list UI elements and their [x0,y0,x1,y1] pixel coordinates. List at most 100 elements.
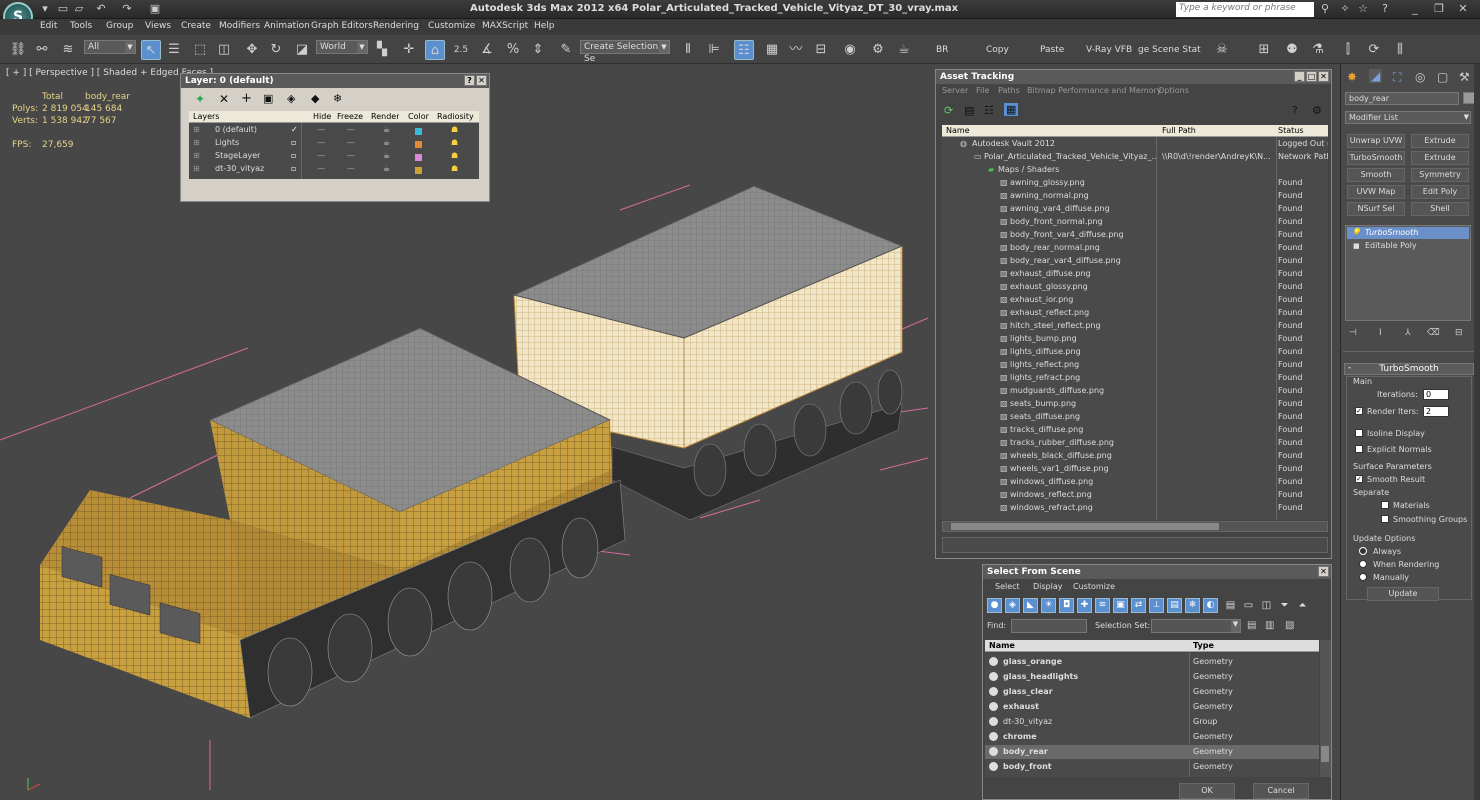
configure-sets-icon[interactable]: ⊟ [1455,328,1463,338]
list-view-icon[interactable]: ☷ [984,104,994,117]
menu-select[interactable]: Select [995,582,1020,591]
freeze-toggle-icon[interactable]: — [347,138,355,147]
menu-customize[interactable]: Customize [428,21,475,31]
modifier-button-nsurf-sel[interactable]: NSurf Sel [1347,202,1405,216]
help-icon[interactable]: ? [1378,2,1392,16]
asset-row-file[interactable]: ▭ Polar_Articulated_Tracked_Vehicle_Vity… [942,152,1328,165]
asset-map-row[interactable]: ▨ awning_normal.png Found [942,191,1328,204]
expand-icon[interactable]: ⊞ [193,151,200,160]
rectangle-selection-icon[interactable]: ⬚ [190,40,210,60]
col-name[interactable]: Name [989,640,1015,652]
expand-icon[interactable]: ⊞ [193,138,200,147]
modifier-button-extrude[interactable]: Extrude [1411,134,1469,148]
radiosity-icon[interactable]: ☗ [451,151,458,160]
col-status[interactable]: Status [1278,125,1304,137]
menu-views[interactable]: Views [145,21,171,31]
paste-button[interactable]: Paste [1040,45,1064,55]
asset-map-row[interactable]: ▨ exhaust_glossy.png Found [942,282,1328,295]
pivot-center-icon[interactable]: ▚ [372,40,392,60]
smoothing-groups-checkbox[interactable] [1381,515,1389,523]
help-icon[interactable]: ? [464,75,475,86]
modifier-button-uvw-map[interactable]: UVW Map [1347,185,1405,199]
align-tool-icon[interactable]: ⊞ [1254,40,1274,60]
graphite-modeling-icon[interactable]: ▦ [762,40,782,60]
tree-view-icon[interactable]: ▤ [964,104,974,117]
asset-row-group[interactable]: ▰ Maps / Shaders [942,165,1328,178]
lights-filter-icon[interactable]: ☀ [1041,598,1056,613]
asset-map-row[interactable]: ▨ body_front_var4_diffuse.png Found [942,230,1328,243]
active-layer-check-icon[interactable]: ✓ [291,125,298,134]
vault-settings-icon[interactable]: ⚙ [1312,104,1322,117]
scrollbar-thumb[interactable] [951,523,1219,530]
layer-color-swatch[interactable] [415,128,422,135]
expand-icon[interactable]: ■ [1353,240,1360,252]
layer-row[interactable]: ⊞ Lights ▫ — — ☕ ☗ [189,138,479,151]
new-file-icon[interactable]: ▭ [56,2,70,16]
turbosmooth-rollout[interactable]: TurboSmooth [1344,363,1474,375]
select-and-move-icon[interactable]: ✥ [242,40,262,60]
col-type[interactable]: Type [1193,640,1214,652]
material-editor-icon[interactable]: ◉ [840,40,860,60]
scene-object-row[interactable]: glass_headlights Geometry [985,670,1319,684]
menu-group[interactable]: Group [106,21,133,31]
scene-object-row[interactable]: glass_clear Geometry [985,685,1319,699]
show-end-result-icon[interactable]: I [1379,328,1382,338]
bracket-tool-icon[interactable]: ⫿ [1338,40,1358,60]
spinner-snap-icon[interactable]: ⇕ [528,40,548,60]
asset-map-row[interactable]: ▨ tracks_rubber_diffuse.png Found [942,438,1328,451]
motion-tab-icon[interactable]: ◎ [1415,70,1425,84]
scrollbar-thumb[interactable] [1321,746,1329,762]
ok-button[interactable]: OK [1179,783,1235,799]
menu-rendering[interactable]: Rendering [373,21,419,31]
mirror-icon[interactable]: ⫴ [678,40,698,60]
command-panel-scrollbar[interactable] [1474,64,1480,800]
skull-icon[interactable]: ☠ [1212,40,1232,60]
scene-stats-button[interactable]: ge Scene Stat [1138,45,1201,55]
col-name[interactable]: Name [946,125,970,137]
copy-button[interactable]: Copy [986,45,1009,55]
layer-color-swatch[interactable] [415,167,422,174]
refresh-icon[interactable]: ⟳ [944,104,953,117]
keyboard-shortcut-override-icon[interactable]: ⌂ [425,40,445,60]
refresh-tool-icon[interactable]: ⟳ [1364,40,1384,60]
delete-layer-icon[interactable]: ✕ [219,92,229,106]
select-in-layer-icon[interactable]: ▣ [263,92,273,105]
sel-set-remove-icon[interactable]: ▧ [1285,620,1294,631]
create-tab-icon[interactable]: ✸ [1347,70,1357,84]
freeze-all-icon[interactable]: ❄ [333,92,342,105]
render-teapot-icon[interactable]: ☕ [894,40,914,60]
modifier-button-symmetry[interactable]: Symmetry [1411,168,1469,182]
asset-map-row[interactable]: ▨ lights_refract.png Found [942,373,1328,386]
asset-map-row[interactable]: ▨ seats_diffuse.png Found [942,412,1328,425]
find-input[interactable] [1011,619,1087,633]
select-and-rotate-icon[interactable]: ↻ [266,40,286,60]
containers-filter-icon[interactable]: ▤ [1167,598,1182,613]
menu-animation[interactable]: Animation [264,21,310,31]
vray-vfb-button[interactable]: V-Ray VFB [1086,45,1132,55]
modifier-button-extrude[interactable]: Extrude [1411,151,1469,165]
col-radiosity[interactable]: Radiosity [437,111,474,123]
col-color[interactable]: Color [408,111,429,123]
schematic-view-icon[interactable]: ⊟ [811,40,831,60]
menu-tools[interactable]: Tools [70,21,92,31]
align-icon[interactable]: ⊫ [704,40,724,60]
render-teapot-icon[interactable]: ☕ [383,151,390,160]
window-crossing-icon[interactable]: ◫ [214,40,234,60]
display-tab-icon[interactable]: ▢ [1437,70,1448,84]
close-icon[interactable]: ✕ [1318,71,1329,82]
minimize-icon[interactable]: _ [1408,2,1422,16]
layer-row[interactable]: ⊞ dt-30_vityaz ▫ — — ☕ ☗ [189,164,479,177]
asset-map-row[interactable]: ▨ body_rear_normal.png Found [942,243,1328,256]
lightbulb-icon[interactable]: 💡 [1351,227,1361,239]
filter-icon[interactable]: ⏷ [1277,598,1292,613]
render-setup-icon[interactable]: ⚙ [868,40,888,60]
close-icon[interactable]: ✕ [476,75,487,86]
modifier-button-unwrap-uvw[interactable]: Unwrap UVW [1347,134,1405,148]
helpers-filter-icon[interactable]: ✚ [1077,598,1092,613]
highlight-layer-icon[interactable]: ◈ [287,92,295,105]
project-folder-icon[interactable]: ▣ [148,2,162,16]
radiosity-icon[interactable]: ☗ [451,164,458,173]
asset-map-row[interactable]: ▨ body_rear_var4_diffuse.png Found [942,256,1328,269]
asset-map-row[interactable]: ▨ body_front_normal.png Found [942,217,1328,230]
col-layers[interactable]: Layers [193,111,219,123]
